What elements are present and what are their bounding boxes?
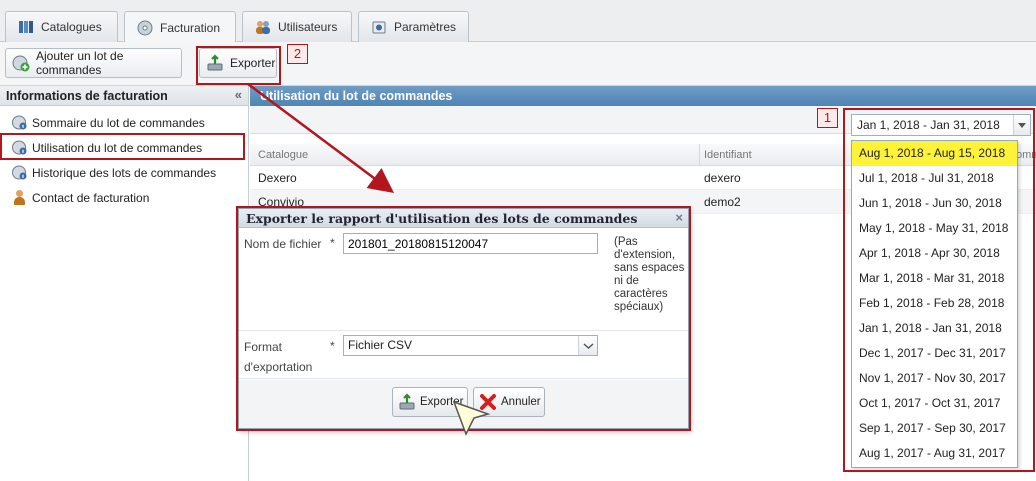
tab-parametres[interactable]: Paramètres [358, 11, 469, 42]
add-batch-button[interactable]: Ajouter un lot de commandes [5, 48, 182, 78]
cell-identifiant: demo2 [704, 195, 741, 209]
format-label: Format d'exportation [244, 340, 313, 374]
date-option[interactable]: Jun 1, 2018 - Jun 30, 2018 [852, 191, 1017, 216]
tab-facturation[interactable]: Facturation [124, 11, 236, 43]
dialog-cancel-label: Annuler [501, 396, 541, 408]
billing-info-panel: Informations de facturation « Sommaire d… [0, 86, 249, 481]
disk-icon [137, 20, 153, 36]
column-header-catalogue[interactable]: Catalogue [258, 149, 308, 161]
dialog-title: Exporter le rapport d'utilisation des lo… [246, 211, 638, 226]
add-batch-label: Ajouter un lot de commandes [36, 49, 124, 77]
date-option[interactable]: May 1, 2018 - May 31, 2018 [852, 216, 1017, 241]
chevron-down-icon[interactable] [1013, 115, 1030, 135]
date-option[interactable]: Oct 1, 2017 - Oct 31, 2017 [852, 391, 1017, 416]
settings-icon [371, 19, 387, 35]
toolbar-export-button[interactable]: Exporter [199, 48, 277, 78]
required-mark: * [330, 236, 335, 250]
filename-help: (Pas d'extension, sans espaces ni de car… [614, 236, 685, 313]
toolbar: Ajouter un lot de commandes Exporter [0, 42, 1036, 86]
required-mark: * [330, 339, 335, 353]
date-option[interactable]: Jul 1, 2018 - Jul 31, 2018 [852, 166, 1017, 191]
date-option[interactable]: Apr 1, 2018 - Apr 30, 2018 [852, 241, 1017, 266]
nav-item-label: Historique des lots de commandes [32, 165, 217, 180]
info-disk-icon [12, 165, 27, 180]
nav-item-label: Contact de facturation [32, 190, 150, 205]
filename-row: Nom de fichier * (Pas d'extension, sans … [239, 229, 688, 331]
step-badge-2: 2 [287, 44, 308, 64]
date-range-dropdown: Aug 1, 2018 - Aug 15, 2018 Jul 1, 2018 -… [851, 140, 1018, 468]
tab-label: Paramètres [394, 20, 457, 34]
format-row: Format d'exportation * Fichier CSV [239, 332, 688, 379]
tab-label: Facturation [160, 20, 221, 35]
panel-title: Informations de facturation [6, 89, 168, 103]
chevron-down-icon[interactable] [578, 336, 597, 355]
tab-label: Utilisateurs [278, 20, 338, 34]
step-badge-1: 1 [817, 108, 838, 128]
column-header-truncated[interactable]: omm [1016, 149, 1036, 161]
export-icon [206, 54, 224, 72]
cell-catalogue: Dexero [258, 171, 297, 185]
export-icon [398, 393, 416, 411]
column-header-identifiant[interactable]: Identifiant [704, 149, 752, 161]
nav-item-label: Sommaire du lot de commandes [32, 115, 205, 130]
info-disk-icon [12, 140, 27, 155]
filename-label: Nom de fichier [244, 237, 322, 251]
cell-identifiant: dexero [704, 171, 741, 185]
filename-input[interactable] [343, 233, 598, 254]
dialog-title-bar: Exporter le rapport d'utilisation des lo… [239, 209, 688, 228]
nav-item-summary[interactable]: Sommaire du lot de commandes [0, 110, 248, 135]
cell-catalogue: Convivio [258, 195, 305, 209]
export-dialog: Exporter le rapport d'utilisation des lo… [238, 208, 689, 429]
panel-header: Informations de facturation « [0, 86, 248, 106]
info-disk-icon [12, 115, 27, 130]
date-option[interactable]: Aug 1, 2018 - Aug 15, 2018 [852, 141, 1017, 166]
close-icon[interactable]: × [675, 210, 683, 225]
date-option[interactable]: Mar 1, 2018 - Mar 31, 2018 [852, 266, 1017, 291]
collapse-icon[interactable]: « [235, 87, 242, 102]
main-tab-bar: Catalogues Facturation Utilisateurs Para… [0, 0, 1036, 43]
main-title: Utilisation du lot de commandes [250, 86, 1036, 106]
add-disk-icon [12, 54, 30, 72]
book-icon [18, 19, 34, 35]
nav-item-usage[interactable]: Utilisation du lot de commandes [0, 135, 248, 160]
date-range-select[interactable]: Jan 1, 2018 - Jan 31, 2018 [851, 114, 1031, 136]
person-icon [12, 190, 27, 205]
format-value: Fichier CSV [348, 338, 413, 352]
date-range-value: Jan 1, 2018 - Jan 31, 2018 [857, 118, 1000, 132]
nav-item-history[interactable]: Historique des lots de commandes [0, 160, 248, 185]
date-option[interactable]: Dec 1, 2017 - Dec 31, 2017 [852, 341, 1017, 366]
date-option[interactable]: Aug 1, 2017 - Aug 31, 2017 [852, 441, 1017, 466]
users-icon [255, 19, 271, 35]
tab-label: Catalogues [41, 20, 102, 34]
nav-item-label: Utilisation du lot de commandes [32, 140, 203, 155]
date-option[interactable]: Sep 1, 2017 - Sep 30, 2017 [852, 416, 1017, 441]
date-option[interactable]: Nov 1, 2017 - Nov 30, 2017 [852, 366, 1017, 391]
date-option[interactable]: Jan 1, 2018 - Jan 31, 2018 [852, 316, 1017, 341]
toolbar-export-label: Exporter [230, 56, 276, 70]
date-option[interactable]: Feb 1, 2018 - Feb 28, 2018 [852, 291, 1017, 316]
format-select[interactable]: Fichier CSV [343, 335, 598, 356]
tab-utilisateurs[interactable]: Utilisateurs [242, 11, 352, 42]
tab-catalogues[interactable]: Catalogues [5, 11, 118, 42]
mouse-pointer-icon [452, 400, 491, 436]
nav-item-contact[interactable]: Contact de facturation [0, 185, 248, 210]
